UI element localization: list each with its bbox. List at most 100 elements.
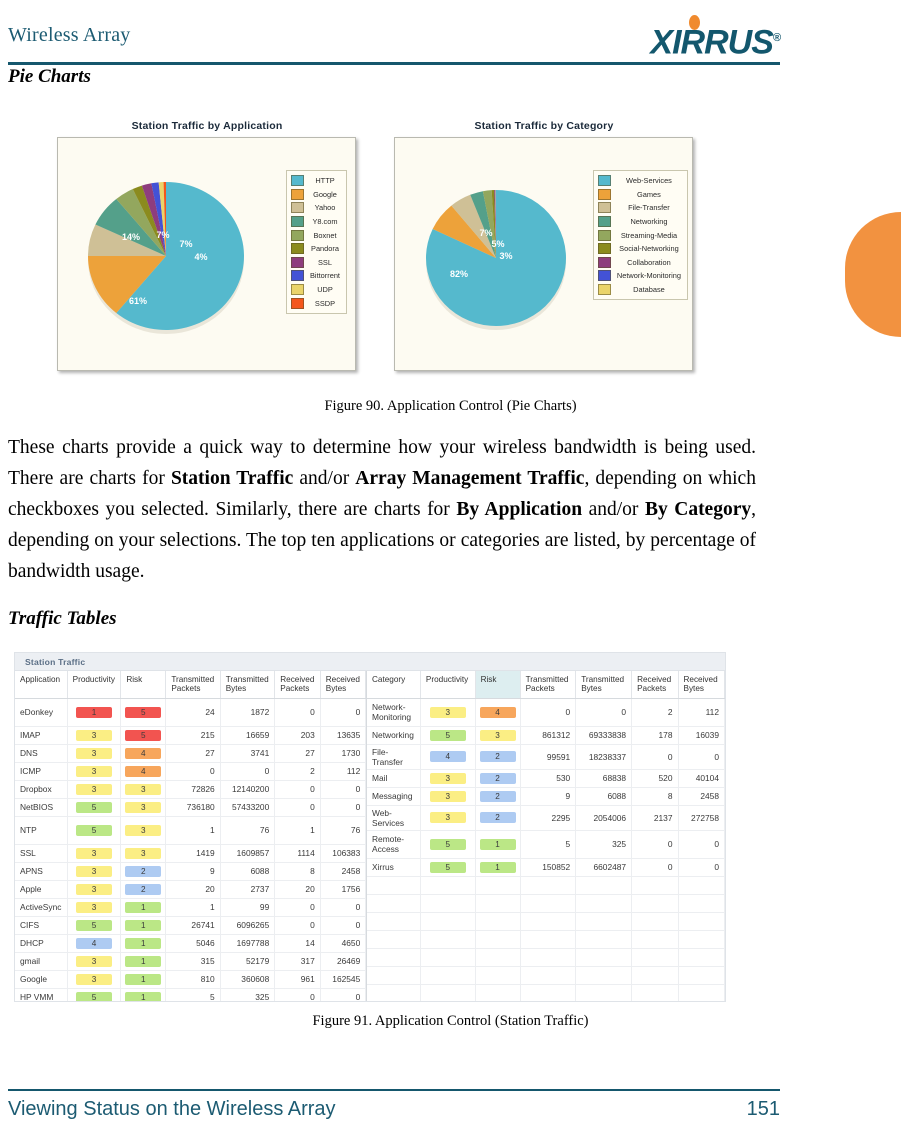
received-bytes-cell: 13635 bbox=[320, 726, 367, 745]
legend-label: Networking bbox=[630, 217, 668, 227]
column-header-risk[interactable]: Risk bbox=[120, 671, 167, 699]
column-header-received-packets[interactable]: Received Packets bbox=[274, 671, 321, 699]
productivity-cell: 3 bbox=[67, 780, 122, 799]
table-row[interactable]: HP VMM 5 1 5 325 0 0 bbox=[15, 988, 367, 1001]
risk-badge: 3 bbox=[479, 729, 516, 741]
risk-badge: 2 bbox=[479, 751, 516, 763]
empty-cell bbox=[631, 966, 679, 985]
transmitted-packets-cell: 1 bbox=[165, 898, 221, 917]
empty-cell bbox=[475, 948, 521, 967]
column-header-transmitted-packets[interactable]: Transmitted Packets bbox=[165, 671, 221, 699]
received-bytes-cell: 0 bbox=[320, 798, 367, 817]
legend-item: Social-Networking bbox=[597, 242, 683, 256]
column-header-transmitted-bytes[interactable]: Transmitted Bytes bbox=[575, 671, 633, 699]
column-header-received-bytes[interactable]: Received Bytes bbox=[678, 671, 725, 699]
productivity-badge: 5 bbox=[429, 861, 466, 873]
legend-label: File-Transfer bbox=[628, 203, 670, 213]
risk-cell: 3 bbox=[120, 780, 167, 799]
legend-swatch-icon bbox=[291, 202, 304, 214]
column-header-transmitted-packets[interactable]: Transmitted Packets bbox=[520, 671, 577, 699]
table-row[interactable]: ICMP 3 4 0 0 2 112 bbox=[15, 762, 367, 781]
table-row[interactable]: Google 3 1 810 360608 961 162545 bbox=[15, 970, 367, 989]
table-row[interactable]: Mail 3 2 530 68838 520 40104 bbox=[366, 769, 725, 788]
table-row[interactable]: Xirrus 5 1 150852 6602487 0 0 bbox=[366, 858, 725, 877]
table-row[interactable]: Apple 3 2 20 2737 20 1756 bbox=[15, 880, 367, 899]
productivity-cell: 5 bbox=[67, 988, 122, 1001]
column-header-category[interactable]: Category bbox=[366, 671, 421, 699]
empty-cell bbox=[575, 876, 633, 895]
productivity-cell: 3 bbox=[67, 762, 122, 781]
table-row[interactable]: Networking 5 3 861312 69333838 178 16039 bbox=[366, 726, 725, 745]
legend-swatch-icon bbox=[597, 175, 611, 187]
table-row[interactable]: Remote-Access 5 1 5 325 0 0 bbox=[366, 830, 725, 859]
column-header-risk[interactable]: Risk bbox=[475, 671, 521, 699]
table-row[interactable]: File-Transfer 4 2 99591 18238337 0 0 bbox=[366, 744, 725, 770]
table-row[interactable]: ActiveSync 3 1 1 99 0 0 bbox=[15, 898, 367, 917]
station-traffic-panel-header: Station Traffic bbox=[15, 653, 725, 671]
transmitted-packets-cell: 530 bbox=[520, 769, 577, 788]
empty-cell bbox=[366, 876, 421, 895]
received-bytes-cell: 76 bbox=[320, 816, 367, 845]
empty-cell bbox=[520, 894, 577, 913]
application-traffic-table[interactable]: Application Productivity Risk Transmitted P… bbox=[15, 671, 367, 1001]
empty-cell bbox=[575, 912, 633, 931]
table-row[interactable]: Messaging 3 2 9 6088 8 2458 bbox=[366, 787, 725, 806]
header-title: Wireless Array bbox=[8, 24, 131, 46]
transmitted-bytes-cell: 12140200 bbox=[220, 780, 276, 799]
table-row[interactable]: Web-Services 3 2 2295 2054006 2137 272758 bbox=[366, 805, 725, 831]
received-bytes-cell: 112 bbox=[320, 762, 367, 781]
footer-page-number: 151 bbox=[746, 1098, 780, 1120]
legend-swatch-icon bbox=[291, 243, 304, 255]
productivity-badge: 3 bbox=[75, 783, 112, 795]
productivity-cell: 4 bbox=[420, 744, 476, 770]
table-row-empty bbox=[366, 912, 725, 931]
table-row[interactable]: Dropbox 3 3 72826 12140200 0 0 bbox=[15, 780, 367, 799]
risk-cell: 1 bbox=[120, 916, 167, 935]
productivity-badge: 5 bbox=[75, 801, 112, 813]
empty-cell bbox=[520, 912, 577, 931]
table-row[interactable]: eDonkey 1 5 24 1872 0 0 bbox=[15, 698, 367, 727]
application-name-cell: CIFS bbox=[15, 916, 68, 935]
received-bytes-cell: 1730 bbox=[320, 744, 367, 763]
column-header-received-packets[interactable]: Received Packets bbox=[631, 671, 679, 699]
transmitted-bytes-cell: 99 bbox=[220, 898, 276, 917]
column-header-transmitted-bytes[interactable]: Transmitted Bytes bbox=[220, 671, 276, 699]
table-row-empty bbox=[366, 966, 725, 985]
empty-cell bbox=[366, 930, 421, 949]
transmitted-bytes-cell: 325 bbox=[220, 988, 276, 1001]
table-row[interactable]: SSL 3 3 1419 1609857 1114 106383 bbox=[15, 844, 367, 863]
productivity-badge: 5 bbox=[429, 729, 466, 741]
column-header-productivity[interactable]: Productivity bbox=[67, 671, 122, 699]
received-bytes-cell: 26469 bbox=[320, 952, 367, 971]
table-row[interactable]: IMAP 3 5 215 16659 203 13635 bbox=[15, 726, 367, 745]
transmitted-packets-cell: 99591 bbox=[520, 744, 577, 770]
table-row[interactable]: DHCP 4 1 5046 1697788 14 4650 bbox=[15, 934, 367, 953]
legend-item: SSDP bbox=[291, 296, 342, 310]
risk-badge: 2 bbox=[479, 812, 516, 824]
category-traffic-table[interactable]: Category Productivity Risk Transmitted Pack… bbox=[366, 671, 725, 1001]
column-header-productivity[interactable]: Productivity bbox=[420, 671, 476, 699]
empty-cell bbox=[475, 930, 521, 949]
received-packets-cell: 0 bbox=[631, 858, 679, 877]
table-row[interactable]: Network-Monitoring 3 4 0 0 2 112 bbox=[366, 698, 725, 727]
empty-cell bbox=[520, 966, 577, 985]
table-row[interactable]: DNS 3 4 27 3741 27 1730 bbox=[15, 744, 367, 763]
productivity-badge: 3 bbox=[429, 812, 466, 824]
column-header-application[interactable]: Application bbox=[15, 671, 68, 699]
pie-chart-category-frame: 7% 5% 3% 82% Web-Services Games File-Transfer… bbox=[394, 137, 693, 371]
received-packets-cell: 0 bbox=[631, 830, 679, 859]
pie-chart-application-legend: HTTP Google Yahoo Y8.com Boxnet Pandora SSL Bit… bbox=[286, 170, 347, 314]
para-bold-by-application: By Application bbox=[456, 499, 583, 520]
application-table-header-row: Application Productivity Risk Transmitted P… bbox=[15, 671, 367, 699]
transmitted-bytes-cell: 1697788 bbox=[220, 934, 276, 953]
risk-cell: 2 bbox=[475, 787, 521, 806]
table-row[interactable]: gmail 3 1 315 52179 317 26469 bbox=[15, 952, 367, 971]
productivity-badge: 3 bbox=[75, 729, 112, 741]
empty-cell bbox=[475, 984, 521, 1001]
table-row[interactable]: NTP 5 3 1 76 1 76 bbox=[15, 816, 367, 845]
table-row[interactable]: NetBIOS 5 3 736180 57433200 0 0 bbox=[15, 798, 367, 817]
table-row[interactable]: CIFS 5 1 26741 6096265 0 0 bbox=[15, 916, 367, 935]
column-header-received-bytes[interactable]: Received Bytes bbox=[320, 671, 367, 699]
pie-slice-percent-label: 7% bbox=[479, 228, 492, 238]
table-row[interactable]: APNS 3 2 9 6088 8 2458 bbox=[15, 862, 367, 881]
